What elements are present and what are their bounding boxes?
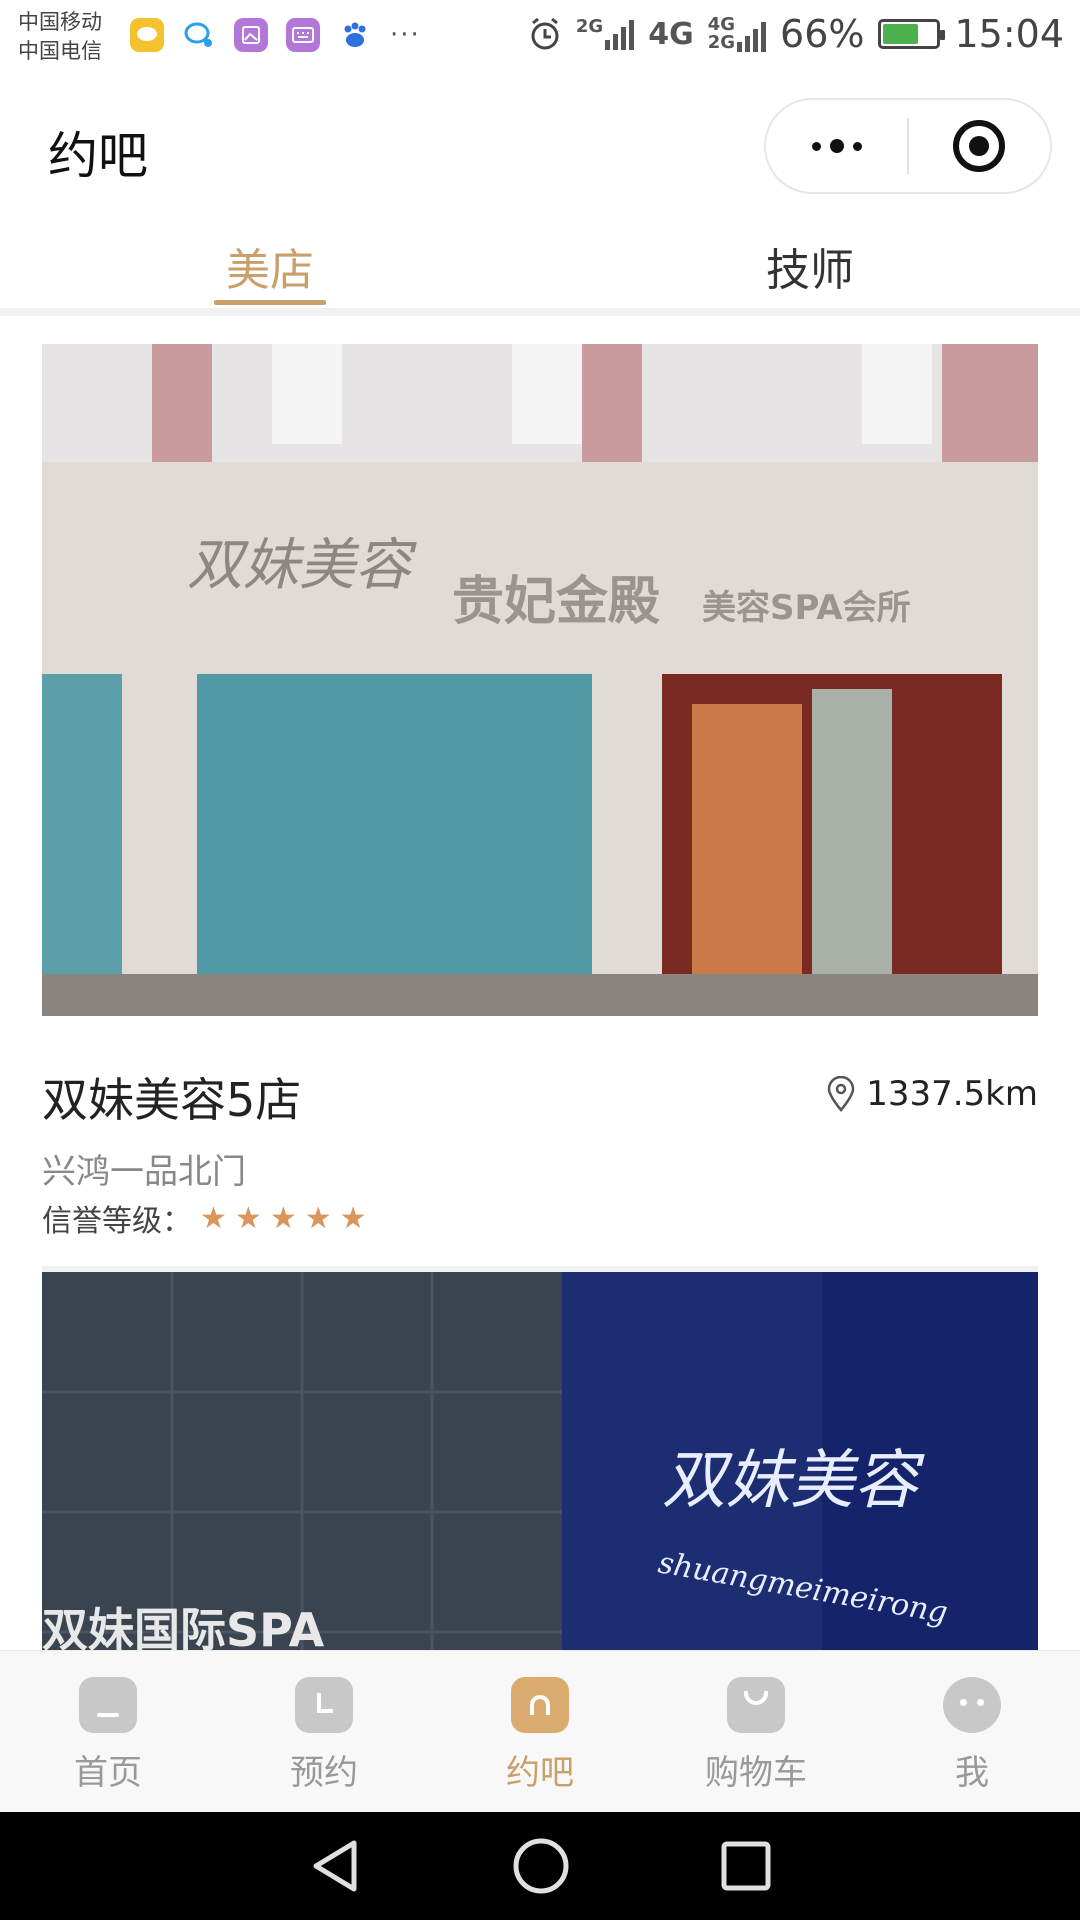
storefront-image: 双妹美容 贵妃金殿 美容SPA会所 xyxy=(42,344,1038,1016)
credit-rating: 信誉等级： ★ ★ ★ ★ ★ xyxy=(42,1196,367,1240)
star-icon: ★ xyxy=(234,1200,262,1236)
storefront-night-image: 双妹美容 shuangmeimeirong 双妹国际SPA xyxy=(42,1272,1038,1650)
active-tab-indicator xyxy=(214,300,326,305)
tabs-divider xyxy=(0,308,1080,316)
tab-cart[interactable]: 购物车 xyxy=(648,1651,864,1812)
segment-tabs: 美店 技师 xyxy=(0,216,1080,308)
night-sign-left: 双妹国际SPA xyxy=(42,1603,325,1650)
recents-icon[interactable] xyxy=(720,1840,772,1892)
chat-notification-icon xyxy=(182,18,216,52)
tab-yueba[interactable]: 约吧 xyxy=(432,1651,648,1812)
signal-2g: 2G xyxy=(575,16,635,50)
more-menu-button[interactable] xyxy=(766,100,907,192)
home-circle-icon[interactable] xyxy=(512,1837,570,1895)
sign-logo-text: 双妹美容 xyxy=(187,533,417,598)
yueba-icon xyxy=(511,1677,569,1733)
status-bar: 中国移动 中国电信 ··· 2G 4G 4G 2G 66% 15:04 xyxy=(0,0,1080,76)
mini-program-capsule xyxy=(764,98,1052,194)
shop-photo[interactable]: 双妹美容 贵妃金殿 美容SPA会所 xyxy=(42,344,1038,1016)
tab-label: 首页 xyxy=(74,1753,142,1793)
target-icon xyxy=(953,120,1006,172)
shop-card[interactable]: 双妹美容 shuangmeimeirong 双妹国际SPA xyxy=(42,1272,1038,1650)
shop-distance: 1337.5km xyxy=(826,1074,1038,1114)
tab-label: 购物车 xyxy=(705,1753,807,1793)
bottom-tab-bar: 首页 预约 约吧 购物车 我 xyxy=(0,1650,1080,1812)
sign-sub-text: 美容SPA会所 xyxy=(702,588,911,628)
distance-value: 1337.5km xyxy=(866,1074,1038,1114)
keyboard-notification-icon xyxy=(286,18,320,52)
tab-label: 我 xyxy=(955,1753,989,1793)
credit-label: 信誉等级： xyxy=(42,1204,192,1239)
home-icon xyxy=(79,1677,137,1733)
alarm-icon xyxy=(531,17,559,50)
signal-bars-icon xyxy=(605,18,635,50)
clock: 15:04 xyxy=(954,12,1064,56)
shop-list: 双妹美容 贵妃金殿 美容SPA会所 双妹美容5店 1337.5km 兴鸿一品北门… xyxy=(0,316,1080,1650)
battery-fill xyxy=(883,24,918,44)
tab-booking[interactable]: 预约 xyxy=(216,1651,432,1812)
tab-me[interactable]: 我 xyxy=(864,1651,1080,1812)
signal-bars-2-icon xyxy=(737,20,767,52)
carrier-2: 中国电信 xyxy=(18,39,102,63)
shop-address: 兴鸿一品北门 xyxy=(42,1152,246,1192)
tab-label: 预约 xyxy=(290,1753,358,1793)
shop-photo[interactable]: 双妹美容 shuangmeimeirong 双妹国际SPA xyxy=(42,1272,1038,1650)
sign-main-text: 贵妃金殿 xyxy=(452,572,660,632)
shopping-bag-icon xyxy=(727,1677,785,1733)
page-title: 约吧 xyxy=(48,127,148,185)
profile-icon xyxy=(943,1677,1001,1733)
tab-label: 技师 xyxy=(766,245,854,296)
more-dots-icon xyxy=(811,139,862,153)
title-bar: 约吧 xyxy=(0,76,1080,216)
carrier-1: 中国移动 xyxy=(18,10,102,34)
baidu-notification-icon xyxy=(338,18,372,52)
network-2g-small-label: 2G xyxy=(707,32,736,53)
star-icon: ★ xyxy=(269,1200,297,1236)
night-sign-logo: 双妹美容 xyxy=(662,1444,925,1518)
shop-name: 双妹美容5店 xyxy=(42,1073,302,1127)
system-navigation-bar xyxy=(0,1812,1080,1920)
system-indicators: 2G 4G 4G 2G 66% 15:04 xyxy=(528,12,1064,56)
tab-jishi[interactable]: 技师 xyxy=(540,216,1080,308)
shop-card[interactable]: 双妹美容 贵妃金殿 美容SPA会所 双妹美容5店 1337.5km 兴鸿一品北门… xyxy=(42,344,1038,1274)
more-notifications-icon: ··· xyxy=(390,20,421,50)
battery-percent: 66% xyxy=(780,12,865,56)
gallery-notification-icon xyxy=(234,18,268,52)
tab-label: 美店 xyxy=(226,245,314,296)
tab-home[interactable]: 首页 xyxy=(0,1651,216,1812)
close-mini-program-button[interactable] xyxy=(909,100,1050,192)
star-icon: ★ xyxy=(339,1200,367,1236)
battery-icon xyxy=(878,19,946,49)
network-2g-label: 2G xyxy=(575,16,604,37)
network-4g-label: 4G xyxy=(648,16,694,52)
star-icon: ★ xyxy=(304,1200,332,1236)
signal-4g2g: 4G 2G xyxy=(707,16,767,53)
tab-label: 约吧 xyxy=(506,1753,574,1793)
star-icon: ★ xyxy=(200,1200,227,1236)
location-pin-icon xyxy=(827,1076,855,1112)
message-notification-icon xyxy=(130,18,164,52)
notification-icons: ··· xyxy=(130,18,421,52)
carrier-info: 中国移动 中国电信 xyxy=(18,8,102,66)
star-rating: ★ ★ ★ ★ ★ xyxy=(200,1201,367,1236)
tab-meidian[interactable]: 美店 xyxy=(0,216,540,308)
calendar-icon xyxy=(295,1677,353,1733)
back-icon[interactable] xyxy=(308,1837,362,1895)
